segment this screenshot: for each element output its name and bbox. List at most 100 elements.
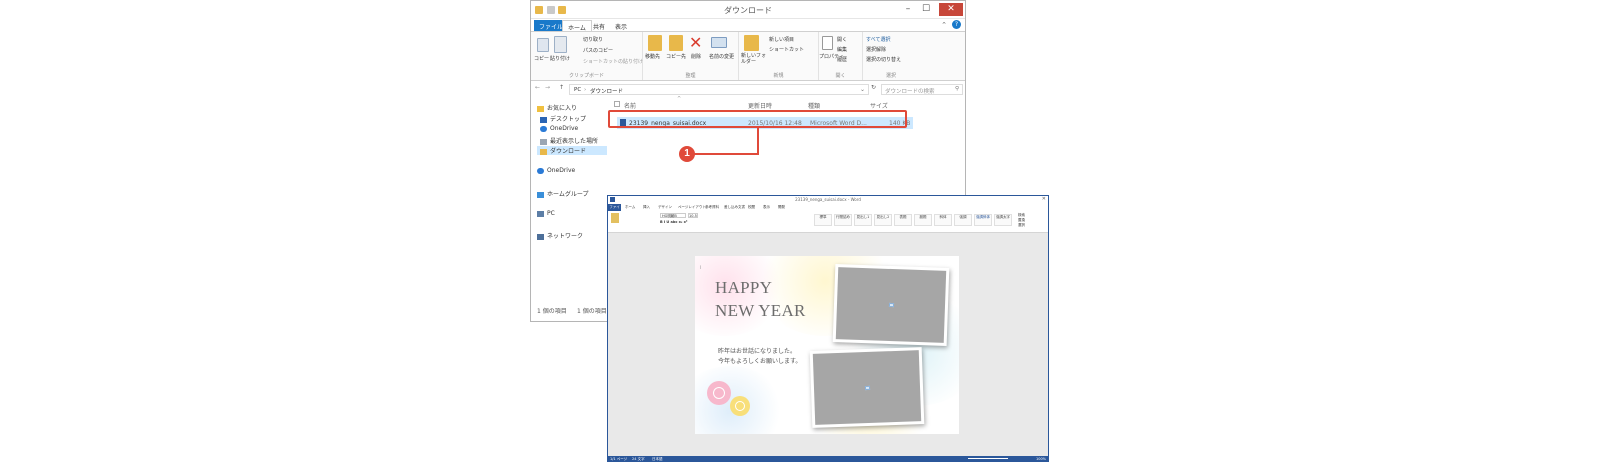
copy-path-button[interactable]: パスのコピー	[583, 47, 613, 54]
page-count[interactable]: 1/1 ページ	[610, 457, 627, 462]
select-none-button[interactable]: 選択解除	[866, 46, 886, 53]
select-button[interactable]: 選択	[1018, 223, 1025, 228]
word-count[interactable]: 24 文字	[632, 457, 645, 462]
zoom-slider[interactable]	[968, 458, 1008, 459]
nav-recent[interactable]: 最近表示した場所	[540, 136, 598, 145]
font-size-box[interactable]: 10.5	[688, 213, 698, 218]
history-button[interactable]: 履歴	[837, 56, 847, 63]
document-page[interactable]: i HAPPY NEW YEAR 昨年はお世話になりました。 今年もよろしくお願…	[695, 256, 959, 434]
style-title[interactable]: 表題	[894, 214, 912, 226]
image-icon	[888, 302, 895, 308]
format-buttons[interactable]: B I U abc x₂ x²	[660, 220, 687, 224]
column-name[interactable]: 名前	[624, 101, 636, 110]
minimize-button[interactable]: –	[901, 3, 915, 15]
delete-icon[interactable]: ✕	[689, 33, 702, 52]
select-all-checkbox[interactable]	[614, 101, 620, 107]
ribbon-collapse-icon[interactable]: ⌃	[941, 21, 947, 29]
up-button[interactable]: ↑	[559, 84, 564, 91]
copy-to-button[interactable]: コピー先	[666, 53, 686, 60]
paste-icon[interactable]	[554, 36, 567, 53]
nav-homegroup[interactable]: ホームグループ	[537, 189, 588, 198]
zoom-level[interactable]: 100%	[1036, 457, 1046, 461]
item-count: 1 個の項目	[537, 308, 567, 315]
forward-button[interactable]: →	[545, 84, 550, 91]
nav-onedrive[interactable]: OneDrive	[537, 167, 575, 174]
word-tab-insert[interactable]: 挿入	[643, 205, 650, 210]
open-button[interactable]: 開く	[837, 36, 847, 43]
new-folder-button[interactable]: 新しいフォルダー	[741, 53, 767, 65]
word-tab-file[interactable]: ファイル	[608, 204, 621, 216]
search-input[interactable]: ダウンロードの検索 ⚲	[881, 84, 963, 95]
word-tab-review[interactable]: 校閲	[748, 205, 755, 210]
rename-button[interactable]: 名前の変更	[709, 53, 734, 60]
style-intense-strong[interactable]: 強調太字	[994, 214, 1012, 226]
new-group-label: 新規	[773, 73, 784, 79]
greeting-line1: HAPPY	[715, 278, 773, 297]
paste-shortcut-button[interactable]: ショートカットの貼り付け	[583, 58, 643, 65]
refresh-button[interactable]: ↻	[871, 84, 876, 91]
style-emphasis[interactable]: 斜体	[934, 214, 952, 226]
word-tab-mailings[interactable]: 差し込み文書	[724, 205, 745, 210]
move-to-icon[interactable]	[648, 35, 662, 51]
style-no-spacing[interactable]: 行間詰め	[834, 214, 852, 226]
column-type[interactable]: 種類	[808, 101, 820, 110]
font-name-box[interactable]: HG明朝B	[660, 213, 686, 218]
nav-onedrive-fav[interactable]: OneDrive	[540, 125, 578, 132]
help-icon[interactable]: ?	[952, 20, 961, 29]
plum-flower-icon	[713, 387, 725, 399]
message-line2: 今年もよろしくお願いします。	[718, 359, 802, 365]
maximize-button[interactable]: ☐	[919, 3, 933, 15]
new-folder-icon[interactable]	[744, 35, 759, 51]
photo-placeholder[interactable]	[812, 350, 922, 425]
word-tab-references[interactable]: 参考資料	[705, 205, 719, 210]
tab-view[interactable]: 表示	[610, 20, 632, 31]
word-close-button[interactable]: ✕	[1042, 196, 1046, 202]
style-heading2[interactable]: 見出し2	[874, 214, 892, 226]
copy-button[interactable]: コピー	[534, 55, 549, 62]
style-intense-emphasis[interactable]: 強調斜体	[974, 214, 992, 226]
style-heading1[interactable]: 見出し1	[854, 214, 872, 226]
address-bar[interactable]: PC › ダウンロード ⌄	[569, 84, 869, 95]
nav-downloads[interactable]: ダウンロード	[537, 146, 607, 155]
cut-button[interactable]: 切り取り	[583, 36, 603, 43]
nav-desktop[interactable]: デスクトップ	[540, 114, 586, 123]
breadcrumb-downloads[interactable]: ダウンロード	[590, 87, 623, 95]
address-dropdown-icon[interactable]: ⌄	[860, 86, 865, 93]
nav-network[interactable]: ネットワーク	[537, 231, 583, 240]
move-to-button[interactable]: 移動先	[645, 53, 660, 60]
column-size[interactable]: サイズ	[870, 101, 888, 110]
invert-selection-button[interactable]: 選択の切り替え	[866, 56, 901, 63]
rename-icon[interactable]	[711, 37, 727, 48]
new-item-button[interactable]: 新しい項目	[769, 36, 794, 43]
column-date[interactable]: 更新日時	[748, 101, 772, 110]
word-tab-view[interactable]: 表示	[763, 205, 770, 210]
delete-button[interactable]: 削除	[691, 53, 701, 60]
word-tab-developer[interactable]: 開発	[778, 205, 785, 210]
shortcut-button[interactable]: ショートカット	[769, 46, 804, 53]
close-button[interactable]: ✕	[939, 3, 963, 16]
properties-icon[interactable]	[822, 36, 833, 50]
word-tab-design[interactable]: デザイン	[658, 205, 672, 210]
photo-frame-top[interactable]	[832, 264, 950, 346]
style-subtitle[interactable]: 副題	[914, 214, 932, 226]
copy-to-icon[interactable]	[669, 35, 683, 51]
copy-icon[interactable]	[537, 38, 549, 52]
edit-button[interactable]: 編集	[837, 46, 847, 53]
word-tab-home[interactable]: ホーム	[625, 205, 635, 210]
paste-button[interactable]: 貼り付け	[550, 55, 570, 62]
paste-icon[interactable]	[611, 213, 619, 223]
style-normal[interactable]: 標準	[814, 214, 832, 226]
tab-share[interactable]: 共有	[588, 20, 610, 31]
photo-placeholder[interactable]	[835, 267, 947, 343]
back-button[interactable]: ←	[535, 84, 540, 91]
word-tab-layout[interactable]: ページレイアウト	[678, 205, 706, 210]
language[interactable]: 日本語	[652, 457, 663, 462]
nav-favorites[interactable]: お気に入り	[537, 103, 577, 112]
explorer-title-bar: ダウンロード – ☐ ✕	[531, 1, 965, 19]
nav-pc[interactable]: PC	[537, 210, 555, 217]
photo-frame-bottom[interactable]	[809, 347, 925, 428]
search-icon[interactable]: ⚲	[955, 86, 959, 92]
breadcrumb-pc[interactable]: PC	[574, 87, 581, 93]
style-strong[interactable]: 強調	[954, 214, 972, 226]
select-all-button[interactable]: すべて選択	[866, 36, 890, 43]
